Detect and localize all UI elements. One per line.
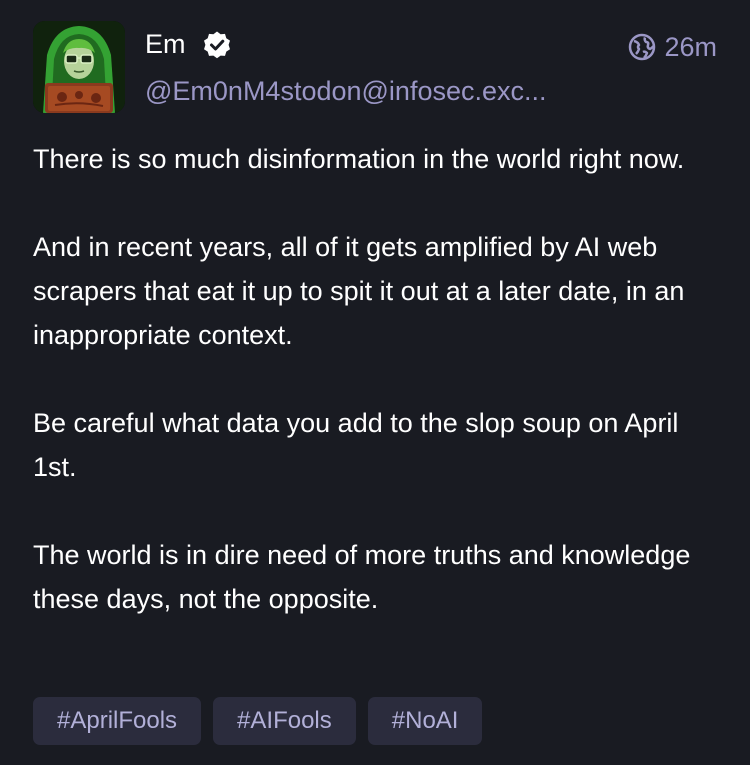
globe-icon bbox=[629, 33, 656, 61]
hacker-avatar-icon bbox=[33, 21, 125, 113]
hashtag-list: #AprilFools #AIFools #NoAI bbox=[33, 697, 483, 745]
hashtag-aifools[interactable]: #AIFools bbox=[213, 697, 356, 745]
post-paragraph: Be careful what data you add to the slop… bbox=[33, 408, 679, 482]
post-card: Em @Em0nM4stodon@infosec.exc... 26m Ther… bbox=[0, 0, 750, 765]
post-paragraph: The world is in dire need of more truths… bbox=[33, 540, 691, 614]
post-content: There is so much disinformation in the w… bbox=[33, 137, 723, 621]
verified-badge-icon bbox=[204, 31, 230, 59]
post-paragraph: And in recent years, all of it gets ampl… bbox=[33, 232, 685, 350]
post-meta: 26m bbox=[628, 31, 717, 63]
author-display-name[interactable]: Em bbox=[145, 26, 186, 62]
author-handle[interactable]: @Em0nM4stodon@infosec.exc... bbox=[145, 74, 547, 108]
author-avatar[interactable] bbox=[33, 21, 125, 113]
post-timestamp[interactable]: 26m bbox=[664, 32, 717, 63]
post-paragraph: There is so much disinformation in the w… bbox=[33, 144, 685, 174]
hashtag-noai[interactable]: #NoAI bbox=[367, 697, 483, 745]
hashtag-aprilfools[interactable]: #AprilFools bbox=[33, 697, 202, 745]
